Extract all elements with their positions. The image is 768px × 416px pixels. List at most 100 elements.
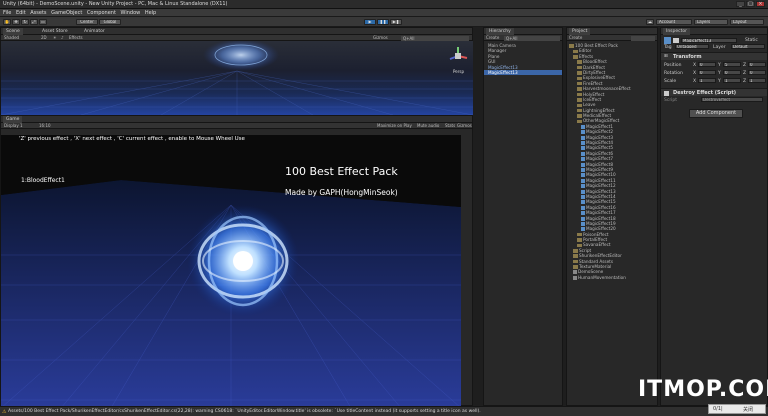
transform-z-field[interactable]: 0 — [748, 70, 766, 75]
scene-panel: Scene Asset Store Animator Shaded 2D ☀ ♪… — [0, 27, 473, 115]
hierarchy-create-dropdown[interactable]: Create — [486, 35, 499, 41]
scene-viewport[interactable]: Persp — [1, 41, 473, 115]
tab-project[interactable]: Project — [569, 28, 591, 35]
close-button[interactable]: × — [756, 1, 765, 7]
hand-tool-icon[interactable]: ✋ — [3, 19, 11, 25]
pause-button[interactable]: ❚❚ — [377, 19, 389, 25]
transform-z-field[interactable]: 1 — [748, 78, 766, 83]
project-item-label: Effects — [579, 53, 594, 59]
maximize-on-play-toggle[interactable]: Maximize on Play — [377, 123, 412, 129]
transform-x-field[interactable]: 1 — [698, 78, 716, 83]
tab-hierarchy[interactable]: Hierarchy — [486, 28, 514, 35]
project-item-label: Editor — [579, 48, 592, 54]
rect-tool-icon[interactable]: ▭ — [39, 19, 47, 25]
project-item-label: MagicEffect14 — [586, 193, 616, 199]
project-panel: Project Create 100 Best Effect Pack Edito… — [566, 27, 658, 406]
menu-file[interactable]: File — [3, 10, 11, 16]
maximize-button[interactable]: □ — [746, 1, 755, 7]
mute-audio-toggle[interactable]: Mute audio — [417, 123, 439, 129]
folder-icon — [577, 76, 582, 81]
tab-scene[interactable]: Scene — [3, 28, 23, 35]
axis-x-label: X — [693, 71, 697, 76]
move-tool-icon[interactable]: ✥ — [12, 19, 20, 25]
project-item-label: OtherMagicEffect — [583, 118, 620, 124]
project-item[interactable]: HumanMovementation — [567, 275, 657, 280]
transform-header[interactable]: ⊞ Transform — [661, 52, 767, 60]
axis-y-label: Y — [718, 79, 721, 84]
transform-x-field[interactable]: 0 — [698, 70, 716, 75]
current-effect-label: 1:BloodEffect1 — [21, 177, 65, 184]
project-item-label: MagicEffect9 — [586, 166, 614, 172]
tab-animator[interactable]: Animator — [81, 28, 108, 35]
layer-dropdown[interactable]: Default — [731, 44, 765, 49]
scene-gizmo[interactable] — [447, 45, 469, 67]
project-item-label: MagicEffect19 — [586, 220, 616, 226]
aspect-dropdown[interactable]: 16:10 — [39, 123, 51, 129]
minimize-button[interactable]: _ — [736, 1, 745, 7]
game-viewport[interactable]: 'Z' previous effect , 'X' next effect , … — [1, 135, 461, 408]
window-title: Unity (64bit) - DemoScene.unity - New Un… — [3, 1, 228, 7]
tab-inspector[interactable]: Inspector — [663, 28, 690, 35]
static-toggle[interactable]: Static — [745, 38, 758, 43]
menu-help[interactable]: Help — [145, 10, 156, 16]
tab-asset-store[interactable]: Asset Store — [39, 28, 71, 35]
project-item-label: MagicEffect7 — [586, 156, 614, 162]
cloud-icon[interactable]: ☁ — [646, 19, 654, 25]
transform-y-field[interactable]: 0 — [723, 70, 741, 75]
game-toolbar: Display 1 16:10 Maximize on Play Mute au… — [1, 123, 472, 129]
transform-y-field[interactable]: 1 — [723, 78, 741, 83]
hierarchy-search-input[interactable]: Q+All — [504, 35, 560, 41]
ime-popup-close[interactable]: 关闭 — [743, 406, 753, 413]
folder-icon — [577, 238, 582, 242]
hierarchy-item-selected[interactable]: MagicEffect13 — [484, 69, 562, 76]
scale-tool-icon[interactable]: ⤢ — [30, 19, 38, 25]
prefab-icon — [581, 184, 585, 189]
play-button[interactable]: ▶ — [364, 19, 376, 25]
transform-y-field[interactable]: 5 — [723, 62, 741, 67]
menu-assets[interactable]: Assets — [30, 10, 46, 16]
menu-window[interactable]: Window — [121, 10, 141, 16]
layers-dropdown[interactable]: Layers — [694, 19, 728, 25]
account-dropdown[interactable]: Account — [656, 19, 692, 25]
project-item-label: MagicEffect15 — [586, 199, 616, 205]
prefab-icon — [581, 157, 585, 162]
menu-gameobject[interactable]: GameObject — [51, 10, 82, 16]
object-name-field[interactable]: MagicEffect13 — [681, 38, 737, 43]
project-item-label: MagicEffect1 — [586, 123, 614, 129]
hierarchy-toolbar: Create Q+All — [484, 35, 562, 41]
menu-component[interactable]: Component — [87, 10, 116, 16]
rotate-tool-icon[interactable]: ↻ — [21, 19, 29, 25]
menu-edit[interactable]: Edit — [16, 10, 26, 16]
project-search-input[interactable] — [631, 35, 655, 41]
scene-search-input[interactable]: Q+All — [401, 35, 469, 41]
project-item-label: MagicEffect13 — [586, 188, 616, 194]
prefab-icon — [581, 167, 585, 172]
game-gizmos-dropdown[interactable]: Gizmos — [457, 123, 472, 129]
folder-icon — [577, 92, 582, 97]
space-toggle[interactable]: Global — [99, 19, 121, 25]
project-item-label: PoisonEffect — [583, 231, 609, 237]
transform-z-field[interactable]: 0 — [748, 62, 766, 67]
tag-dropdown[interactable]: Untagged — [675, 44, 709, 49]
add-component-button[interactable]: Add Component — [689, 109, 743, 118]
layout-dropdown[interactable]: Layout — [730, 19, 764, 25]
axis-z-label: Z — [743, 79, 747, 84]
hierarchy-panel: Hierarchy Create Q+All Main Camera Manag… — [483, 27, 563, 406]
script-enabled-checkbox[interactable] — [664, 90, 669, 96]
scene-icon — [573, 275, 577, 280]
script-component-header[interactable]: Destroy Effect (Script) — [661, 88, 767, 96]
console-message[interactable]: Assets/100 Best Effect Pack/ShurikenEffe… — [8, 409, 481, 414]
step-button[interactable]: ▶❚ — [390, 19, 402, 25]
stats-toggle[interactable]: Stats — [445, 123, 455, 129]
project-item-label: MagicEffect8 — [586, 161, 614, 167]
display-dropdown[interactable]: Display 1 — [4, 123, 23, 129]
ime-popup: 0/1| 关闭 — [708, 404, 766, 414]
transform-x-field[interactable]: 0 — [698, 62, 716, 67]
project-create-dropdown[interactable]: Create — [569, 35, 582, 41]
script-component-title: Destroy Effect (Script) — [673, 90, 737, 96]
transform-row-label: Rotation — [664, 71, 683, 76]
active-checkbox[interactable] — [673, 38, 679, 43]
axis-x-label: X — [693, 63, 697, 68]
tab-game[interactable]: Game — [3, 116, 23, 123]
pivot-toggle[interactable]: Center — [76, 19, 98, 25]
